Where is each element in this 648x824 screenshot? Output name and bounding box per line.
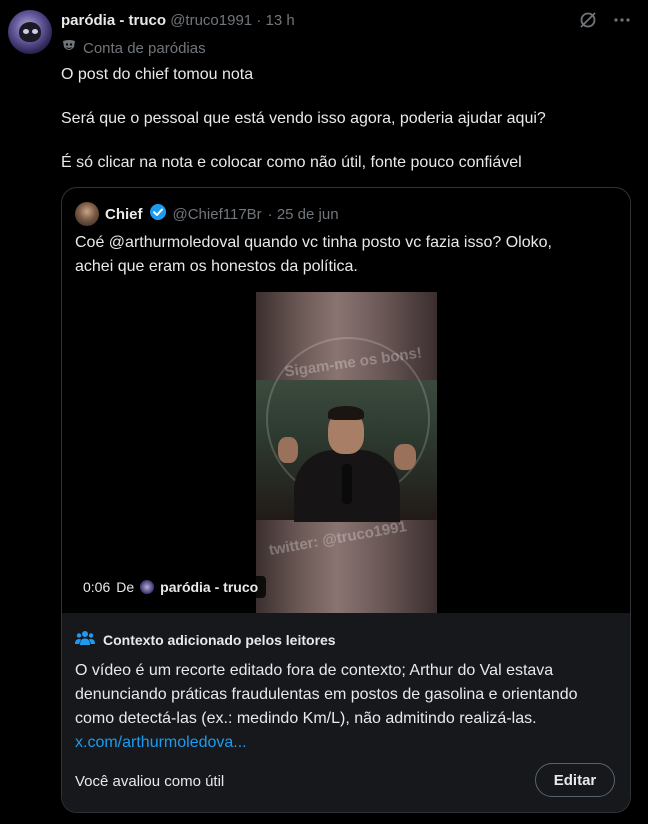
post-header: paródia - truco @truco1991 · 13 h [61, 12, 295, 29]
quoted-post[interactable]: Chief @Chief117Br · 25 de jun Coé @arthu… [61, 187, 631, 813]
quoted-header: Chief @Chief117Br · 25 de jun [75, 202, 339, 226]
post-actions-top [578, 10, 632, 30]
post-text-line-1: O post do chief tomou nota [61, 66, 254, 83]
more-icon[interactable] [612, 10, 632, 30]
author-avatar[interactable] [8, 10, 52, 54]
edit-rating-button[interactable]: Editar [535, 763, 615, 797]
avatar-eye-left [23, 29, 29, 34]
video-player[interactable]: Sigam-me os bons! twitter: @truco1991 0:… [62, 292, 630, 613]
note-line-3: como detectá-las (ex.: medindo Km/L), nã… [75, 710, 537, 727]
grok-icon[interactable] [578, 10, 598, 30]
avatar-eye-right [32, 29, 38, 34]
community-note: Contexto adicionado pelos leitores O víd… [62, 613, 630, 812]
author-handle[interactable]: @truco1991 [170, 12, 252, 29]
note-line-1: O vídeo é um recorte editado fora de con… [75, 662, 554, 679]
post-time[interactable]: · 13 h [256, 12, 294, 29]
parody-label-row: Conta de paródias [61, 38, 206, 58]
video-person-hand-right [394, 444, 416, 470]
video-by-label: De [116, 579, 135, 595]
rated-status: Você avaliou como útil [75, 773, 225, 790]
watermark-bottom: twitter: @truco1991 [267, 518, 409, 559]
quoted-avatar[interactable] [75, 202, 99, 226]
post-text-line-3: É só clicar na nota e colocar como não ú… [61, 154, 522, 171]
community-note-title-row: Contexto adicionado pelos leitores [75, 629, 336, 650]
quoted-author-handle[interactable]: @Chief117Br [173, 206, 262, 223]
video-microphone [342, 464, 352, 504]
video-frame[interactable]: Sigam-me os bons! twitter: @truco1991 [256, 292, 437, 613]
video-source-avatar [140, 580, 155, 594]
parody-label: Conta de paródias [83, 39, 206, 57]
quoted-text-line-2: achei que eram os honestos da política. [75, 258, 358, 275]
post-text-line-2: Será que o pessoal que está vendo isso a… [61, 110, 546, 127]
video-person-hand-left [278, 437, 298, 463]
video-timestamp: 0:06 [83, 579, 111, 595]
video-source-name[interactable]: paródia - truco [160, 579, 258, 595]
quoted-date[interactable]: · 25 de jun [268, 206, 339, 223]
community-note-title: Contexto adicionado pelos leitores [103, 631, 336, 648]
note-source-link[interactable]: x.com/arthurmoledova... [75, 734, 247, 752]
verified-icon [149, 203, 167, 225]
quoted-author-name[interactable]: Chief [105, 206, 143, 223]
quoted-text-line-1: Coé @arthurmoledoval quando vc tinha pos… [75, 234, 552, 251]
video-person-hair [328, 406, 364, 420]
mask-icon [61, 38, 77, 58]
note-line-2: denunciando práticas fraudulentas em pos… [75, 686, 578, 703]
author-name[interactable]: paródia - truco [61, 12, 166, 29]
people-icon [75, 629, 95, 650]
video-info-tag: 0:06 De paródia - truco [75, 576, 267, 598]
